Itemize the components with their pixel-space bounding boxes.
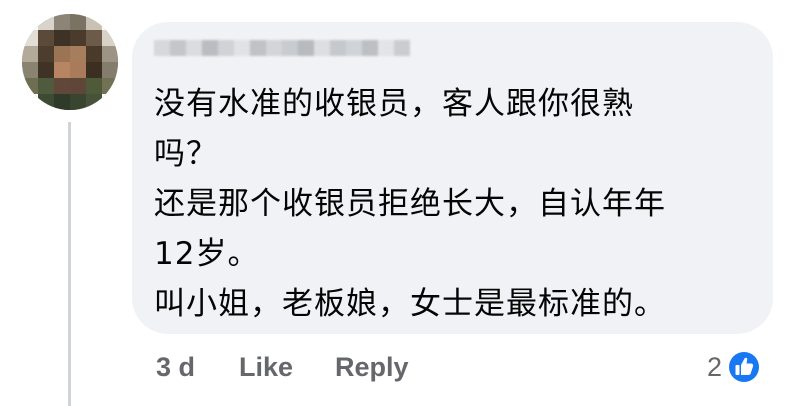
thread-line bbox=[68, 122, 71, 406]
timestamp-link[interactable]: 3 d bbox=[156, 352, 195, 383]
thumbs-up-icon bbox=[727, 350, 762, 384]
comment-line: 还是那个收银员拒绝长大，自认年年 bbox=[154, 186, 666, 222]
reply-button[interactable]: Reply bbox=[335, 352, 409, 383]
comment-bubble: 没有水准的收银员，客人跟你很熟 吗？ 还是那个收银员拒绝长大，自认年年 12岁。… bbox=[132, 22, 773, 334]
reaction-summary[interactable]: 2 bbox=[707, 349, 762, 385]
comment-text: 没有水准的收银员，客人跟你很熟 吗？ 还是那个收银员拒绝长大，自认年年 12岁。… bbox=[154, 79, 754, 329]
comment-line: 吗？ bbox=[154, 136, 218, 172]
avatar[interactable] bbox=[22, 14, 118, 110]
comment-line: 12岁。 bbox=[154, 236, 260, 272]
reaction-count: 2 bbox=[707, 351, 723, 382]
like-button[interactable]: Like bbox=[239, 352, 293, 383]
comment-line: 叫小姐，老板娘，女士是最标准的。 bbox=[154, 286, 666, 322]
comment-actions: 3 d Like Reply bbox=[156, 352, 409, 383]
comment-line: 没有水准的收银员，客人跟你很熟 bbox=[154, 86, 634, 122]
pixelated-avatar-image bbox=[22, 14, 118, 110]
author-name-blurred[interactable] bbox=[154, 40, 410, 56]
